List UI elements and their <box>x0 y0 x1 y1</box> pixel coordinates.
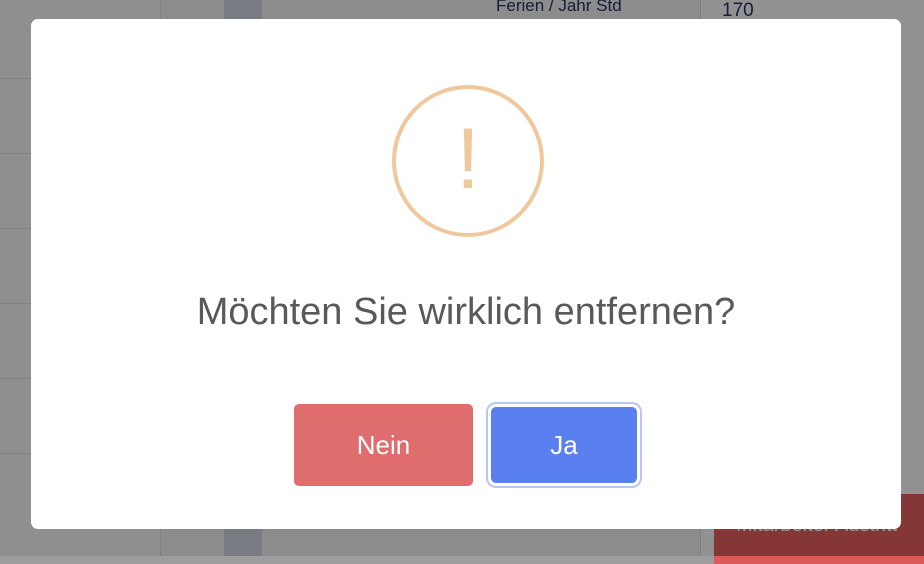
confirm-dialog: ! Möchten Sie wirklich entfernen? Nein J… <box>31 19 901 529</box>
cancel-button[interactable]: Nein <box>294 404 473 486</box>
exclamation-icon: ! <box>456 111 480 207</box>
warning-icon: ! <box>392 85 544 237</box>
confirm-button[interactable]: Ja <box>491 407 637 483</box>
dialog-title: Möchten Sie wirklich entfernen? <box>196 291 736 333</box>
